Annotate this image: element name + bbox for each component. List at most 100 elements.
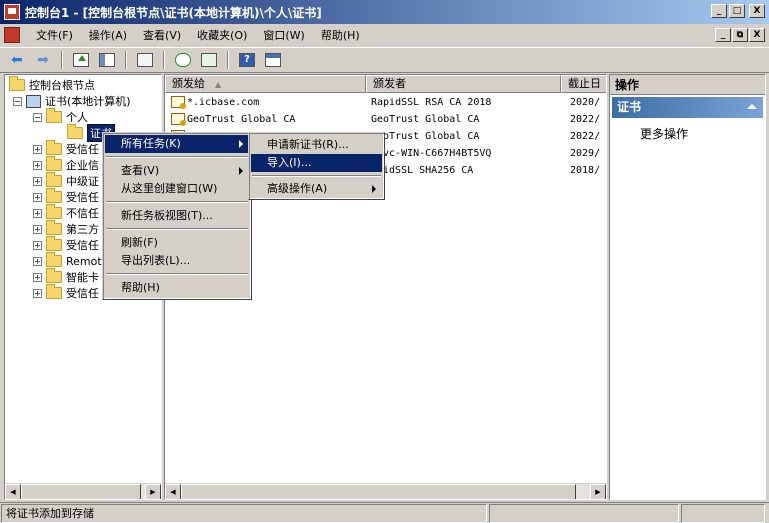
column-header-expiration[interactable]: 截止日 xyxy=(561,75,606,93)
back-arrow-icon[interactable]: ⬅ xyxy=(6,50,28,70)
scroll-thumb[interactable] xyxy=(181,484,576,499)
menu-item-all-tasks[interactable]: 所有任务(K) xyxy=(105,135,249,153)
collapse-icon[interactable]: − xyxy=(13,96,22,106)
list-horizontal-scrollbar[interactable]: ◀ ▶ xyxy=(165,483,606,499)
menu-item-label: 帮助(H) xyxy=(121,281,160,294)
export-list-icon[interactable] xyxy=(198,50,220,70)
show-hide-tree-icon[interactable] xyxy=(96,50,118,70)
tree-node[interactable]: + 中级证 xyxy=(33,172,99,189)
folder-icon xyxy=(46,172,62,187)
expand-icon[interactable]: + xyxy=(33,192,42,202)
menu-item-refresh[interactable]: 刷新(F) xyxy=(105,234,249,252)
scroll-thumb[interactable] xyxy=(21,484,141,499)
column-header-issued-to[interactable]: 颁发给 ▲ xyxy=(165,75,366,93)
status-cell-empty xyxy=(681,504,765,523)
tree-node[interactable]: + 企业信 xyxy=(33,156,99,173)
maximize-button[interactable]: □ xyxy=(729,4,745,18)
menu-help[interactable]: 帮助(H) xyxy=(313,27,368,43)
collapse-icon[interactable] xyxy=(747,104,757,109)
scroll-right-icon[interactable]: ▶ xyxy=(145,484,161,499)
expand-icon[interactable]: + xyxy=(33,176,42,186)
folder-icon xyxy=(46,236,62,251)
mdi-child-icon[interactable] xyxy=(4,27,20,43)
menu-separator xyxy=(106,273,248,275)
mdi-restore-button[interactable]: ⧉ xyxy=(732,28,748,42)
tree-node-personal[interactable]: − 个人 xyxy=(33,108,88,125)
tree-node[interactable]: + 受信任 xyxy=(33,140,99,157)
folder-icon xyxy=(67,124,83,139)
tree-node[interactable]: + 不信任 xyxy=(33,204,99,221)
menu-item-request-new-cert[interactable]: 申请新证书(R)... xyxy=(251,136,382,154)
submenu-arrow-icon xyxy=(239,140,243,148)
expand-icon[interactable]: + xyxy=(33,144,42,154)
expand-icon[interactable]: + xyxy=(33,208,42,218)
tree-node[interactable]: + 智能卡 xyxy=(33,268,99,285)
folder-icon xyxy=(46,156,62,171)
column-header-issued-by[interactable]: 颁发者 xyxy=(366,75,561,93)
menu-separator xyxy=(106,156,248,158)
action-section-certificates[interactable]: 证书 xyxy=(612,97,763,118)
menu-window[interactable]: 窗口(W) xyxy=(255,27,312,43)
mdi-minimize-button[interactable]: _ xyxy=(715,28,731,42)
copy-icon[interactable] xyxy=(134,50,156,70)
scroll-right-icon[interactable]: ▶ xyxy=(590,484,606,499)
action-pane: 操作 证书 更多操作 xyxy=(609,74,766,500)
up-one-level-icon[interactable] xyxy=(70,50,92,70)
tree-horizontal-scrollbar[interactable]: ◀ ▶ xyxy=(5,483,161,499)
tree-node[interactable]: + 受信任 xyxy=(33,236,99,253)
expand-icon[interactable]: + xyxy=(33,288,42,298)
expand-icon[interactable]: + xyxy=(33,272,42,282)
menu-item-view[interactable]: 查看(V) xyxy=(105,162,249,180)
cell-issuer: pidSSL SHA256 CA xyxy=(377,165,474,176)
menu-favorites[interactable]: 收藏夹(O) xyxy=(189,27,255,43)
menu-item-advanced[interactable]: 高级操作(A) xyxy=(251,180,382,198)
cell-issuer: GeoTrust Global CA xyxy=(371,131,480,142)
cell-expires: 2029/ xyxy=(570,148,601,159)
tree-node-label: 受信任 xyxy=(66,287,99,300)
expand-icon[interactable]: + xyxy=(33,160,42,170)
tree-node[interactable]: + 第三方 xyxy=(33,220,99,237)
toolbar-separator xyxy=(227,51,229,69)
refresh-icon[interactable] xyxy=(172,50,194,70)
cell-issuer: GeoTrust Global CA xyxy=(371,114,480,125)
tree-node-label: 受信任 xyxy=(66,143,99,156)
menu-action[interactable]: 操作(A) xyxy=(81,27,135,43)
tree-node-root[interactable]: 控制台根节点 xyxy=(9,76,95,93)
folder-icon xyxy=(46,204,62,219)
scroll-left-icon[interactable]: ◀ xyxy=(165,484,181,499)
help-icon[interactable]: ? xyxy=(236,50,258,70)
mdi-close-button[interactable]: X xyxy=(749,28,765,42)
forward-arrow-icon[interactable]: ➡ xyxy=(32,50,54,70)
show-hide-action-pane-icon[interactable] xyxy=(262,50,284,70)
column-label: 截止日 xyxy=(568,77,601,90)
collapse-icon[interactable]: − xyxy=(33,112,42,122)
expand-icon[interactable]: + xyxy=(33,224,42,234)
tree-node[interactable]: + 受信任 xyxy=(33,284,99,301)
menu-item-new-window[interactable]: 从这里创建窗口(W) xyxy=(105,180,249,198)
folder-icon xyxy=(46,284,62,299)
tree-node-label: 第三方 xyxy=(66,223,99,236)
tree-node-certificates-local[interactable]: − 证书(本地计算机) xyxy=(13,93,131,109)
menu-view[interactable]: 查看(V) xyxy=(135,27,189,43)
menu-item-help[interactable]: 帮助(H) xyxy=(105,279,249,297)
cell-expires: 2022/ xyxy=(570,114,601,125)
tree-node[interactable]: + 受信任 xyxy=(33,188,99,205)
tree-node[interactable]: + Remot xyxy=(33,252,102,269)
expand-icon[interactable]: + xyxy=(33,256,42,266)
tree-node-label: 受信任 xyxy=(66,191,99,204)
menu-item-import[interactable]: 导入(I)... xyxy=(251,154,382,172)
minimize-button[interactable]: _ xyxy=(711,4,727,18)
more-actions-item[interactable]: 更多操作 xyxy=(640,125,688,142)
menu-item-export-list[interactable]: 导出列表(L)... xyxy=(105,252,249,270)
menu-item-new-taskpad[interactable]: 新任务板视图(T)... xyxy=(105,207,249,225)
close-button[interactable]: X xyxy=(749,4,765,18)
menu-item-label: 高级操作(A) xyxy=(267,182,328,195)
cell-expires: 2020/ xyxy=(570,97,601,108)
scroll-left-icon[interactable]: ◀ xyxy=(5,484,21,499)
expand-icon[interactable]: + xyxy=(33,240,42,250)
tree-node-label: 个人 xyxy=(66,111,88,124)
column-label: 颁发者 xyxy=(373,77,406,90)
tree-node-label: Remot xyxy=(66,254,102,268)
menu-file[interactable]: 文件(F) xyxy=(28,27,81,43)
menu-item-label: 新任务板视图(T)... xyxy=(121,209,213,222)
